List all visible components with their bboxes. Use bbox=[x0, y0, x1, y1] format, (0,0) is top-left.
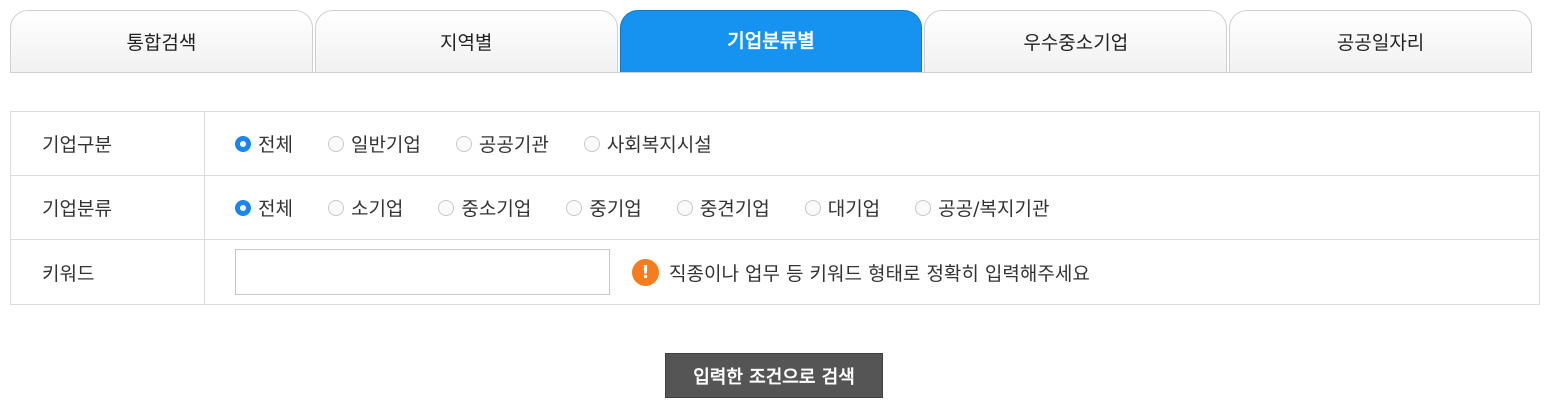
filter-row-company-class: 기업분류 전체 소기업 중소기업 중기업 중견기업 대기업 공공/복지기관 bbox=[11, 176, 1539, 240]
company-type-option-general[interactable]: 일반기업 bbox=[327, 130, 421, 157]
radio-icon[interactable] bbox=[566, 199, 583, 216]
exclamation-icon: ! bbox=[632, 258, 659, 286]
option-label: 전체 bbox=[258, 198, 293, 220]
filter-row-keyword: 키워드 ! 직종이나 업무 등 키워드 형태로 정확히 입력해주세요 bbox=[11, 240, 1539, 304]
keyword-content: ! 직종이나 업무 등 키워드 형태로 정확히 입력해주세요 bbox=[205, 240, 1539, 304]
company-class-option-all[interactable]: 전체 bbox=[235, 194, 293, 221]
tab-integrated-search[interactable]: 통합검색 bbox=[10, 10, 313, 73]
radio-icon[interactable] bbox=[327, 135, 344, 152]
tabs-divider bbox=[10, 72, 1532, 73]
radio-icon[interactable] bbox=[583, 135, 600, 152]
tab-by-company-class[interactable]: 기업분류별 bbox=[619, 10, 923, 73]
company-type-option-public[interactable]: 공공기관 bbox=[455, 130, 549, 157]
option-label: 공공/복지기관 bbox=[938, 198, 1050, 220]
tab-public-jobs[interactable]: 공공일자리 bbox=[1229, 10, 1532, 73]
radio-checked-icon[interactable] bbox=[235, 135, 251, 152]
option-label: 공공기관 bbox=[478, 134, 549, 156]
radio-icon[interactable] bbox=[455, 135, 472, 152]
radio-checked-icon[interactable] bbox=[235, 199, 251, 216]
company-class-option-sme[interactable]: 중소기업 bbox=[438, 194, 531, 221]
company-class-option-midsize[interactable]: 중견기업 bbox=[676, 194, 770, 221]
tab-excellent-sme[interactable]: 우수중소기업 bbox=[924, 10, 1228, 73]
company-class-option-public-welfare[interactable]: 공공/복지기관 bbox=[915, 194, 1049, 221]
option-label: 사회복지시설 bbox=[606, 134, 712, 156]
company-class-option-large[interactable]: 대기업 bbox=[804, 194, 881, 221]
category-tabs: 통합검색 지역별 기업분류별 우수중소기업 공공일자리 bbox=[10, 10, 1532, 73]
search-button[interactable]: 입력한 조건으로 검색 bbox=[665, 353, 883, 398]
company-type-label: 기업구분 bbox=[11, 112, 205, 175]
company-type-options: 전체 일반기업 공공기관 사회복지시설 bbox=[205, 112, 1539, 175]
keyword-label: 키워드 bbox=[11, 240, 205, 304]
filter-table: 기업구분 전체 일반기업 공공기관 사회복지시설 기업분류 전체 소기업 중소기… bbox=[10, 111, 1540, 305]
radio-icon[interactable] bbox=[327, 199, 344, 216]
radio-icon[interactable] bbox=[915, 199, 932, 216]
company-class-option-medium[interactable]: 중기업 bbox=[566, 194, 642, 221]
radio-icon[interactable] bbox=[676, 199, 693, 216]
company-class-label: 기업분류 bbox=[11, 176, 205, 239]
company-class-option-small[interactable]: 소기업 bbox=[327, 194, 404, 221]
company-class-options: 전체 소기업 중소기업 중기업 중견기업 대기업 공공/복지기관 bbox=[205, 176, 1539, 239]
radio-icon[interactable] bbox=[804, 199, 821, 216]
option-label: 중소기업 bbox=[461, 198, 532, 220]
company-type-option-all[interactable]: 전체 bbox=[235, 130, 293, 157]
option-label: 중기업 bbox=[589, 198, 642, 220]
company-type-option-welfare[interactable]: 사회복지시설 bbox=[583, 130, 712, 157]
option-label: 대기업 bbox=[827, 198, 881, 220]
filter-row-company-type: 기업구분 전체 일반기업 공공기관 사회복지시설 bbox=[11, 112, 1539, 176]
keyword-hint-text: 직종이나 업무 등 키워드 형태로 정확히 입력해주세요 bbox=[669, 262, 1090, 285]
option-label: 일반기업 bbox=[350, 134, 421, 156]
option-label: 소기업 bbox=[350, 198, 404, 220]
option-label: 중견기업 bbox=[699, 198, 770, 220]
radio-icon[interactable] bbox=[438, 199, 455, 216]
keyword-hint: ! 직종이나 업무 등 키워드 형태로 정확히 입력해주세요 bbox=[632, 258, 1090, 286]
option-label: 전체 bbox=[258, 134, 293, 156]
tab-by-region[interactable]: 지역별 bbox=[314, 10, 618, 73]
keyword-input[interactable] bbox=[235, 249, 610, 295]
